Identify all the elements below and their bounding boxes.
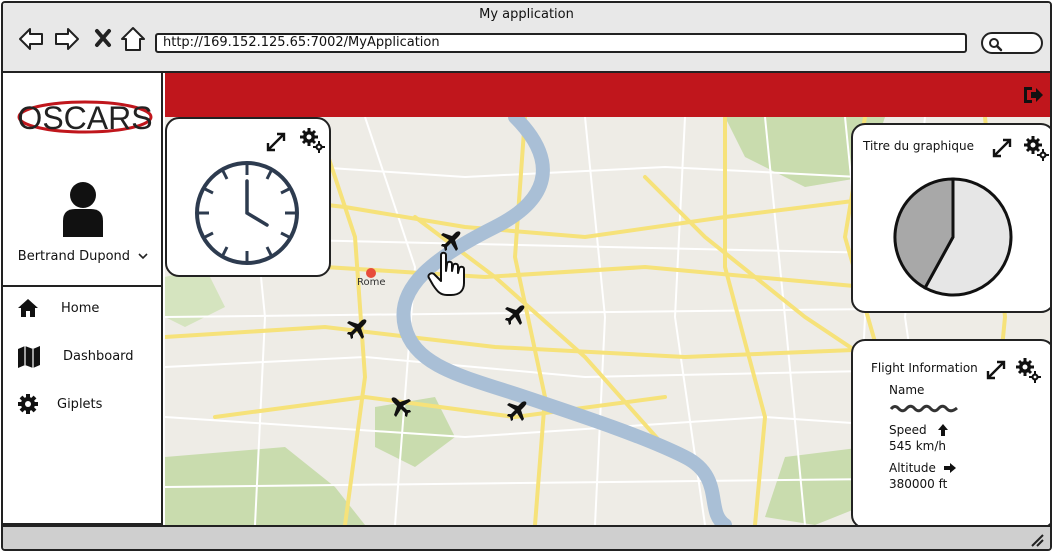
svg-text:OSCARS: OSCARS bbox=[17, 100, 152, 136]
settings-gears-icon[interactable] bbox=[1015, 357, 1041, 383]
arrow-up-icon bbox=[938, 424, 948, 436]
name-value-scribble bbox=[889, 404, 958, 413]
pie-chart bbox=[893, 177, 1013, 297]
back-button[interactable] bbox=[17, 25, 45, 53]
chevron-down-icon bbox=[138, 253, 148, 260]
window-title: My application bbox=[479, 7, 574, 22]
close-icon bbox=[95, 29, 111, 47]
map-city-label: Rome bbox=[357, 277, 386, 288]
arrow-right-icon bbox=[944, 463, 956, 473]
house-icon bbox=[121, 27, 145, 51]
settings-gears-icon[interactable] bbox=[299, 127, 325, 153]
expand-icon[interactable] bbox=[991, 137, 1013, 159]
search-icon bbox=[989, 38, 1003, 52]
stop-button[interactable] bbox=[91, 25, 119, 53]
app-header bbox=[165, 73, 1050, 117]
user-name: Bertrand Dupond bbox=[17, 249, 131, 264]
settings-gears-icon[interactable] bbox=[1023, 135, 1049, 161]
chart-widget-title: Titre du graphique bbox=[863, 139, 974, 153]
name-label: Name bbox=[889, 383, 925, 397]
map-icon bbox=[18, 346, 40, 368]
aircraft-marker[interactable] bbox=[389, 395, 413, 419]
sidebar-divider bbox=[3, 285, 163, 287]
resize-grip-icon[interactable] bbox=[1030, 533, 1044, 547]
sidebar-item-giplets[interactable]: Giplets bbox=[17, 393, 157, 419]
speed-label: Speed bbox=[889, 423, 927, 437]
sidebar-item-label: Giplets bbox=[57, 397, 103, 412]
clock-icon bbox=[195, 161, 299, 265]
sidebar-item-label: Dashboard bbox=[63, 349, 134, 364]
gear-icon bbox=[18, 394, 38, 414]
clock-widget bbox=[165, 117, 331, 277]
sign-out-icon bbox=[1024, 87, 1043, 103]
hand-pointer-icon bbox=[427, 251, 465, 296]
chart-widget: Titre du graphique bbox=[851, 123, 1050, 313]
home-icon bbox=[18, 299, 38, 317]
status-bar bbox=[3, 525, 1050, 549]
expand-icon[interactable] bbox=[265, 131, 287, 153]
browser-search-field[interactable] bbox=[981, 32, 1043, 54]
aircraft-marker[interactable] bbox=[345, 317, 369, 341]
oscars-logo: OSCARS bbox=[17, 93, 157, 139]
sidebar-item-home[interactable]: Home bbox=[17, 297, 157, 323]
altitude-value: 380000 ft bbox=[889, 477, 948, 491]
altitude-label: Altitude bbox=[889, 461, 936, 475]
home-page-button[interactable] bbox=[119, 25, 147, 53]
speed-value: 545 km/h bbox=[889, 439, 947, 453]
avatar-icon bbox=[61, 181, 105, 241]
browser-window: My application http://169.152.125.65:700… bbox=[1, 1, 1052, 551]
flight-info-widget: Flight Information Name Speed 545 km/h A… bbox=[851, 339, 1050, 529]
expand-icon[interactable] bbox=[985, 359, 1007, 381]
sidebar-item-label: Home bbox=[61, 301, 100, 316]
sidebar: OSCARS Bertrand Dupond Home Dashboard Gi… bbox=[3, 73, 163, 525]
url-bar[interactable]: http://169.152.125.65:7002/MyApplication bbox=[155, 33, 967, 53]
logout-button[interactable] bbox=[1022, 85, 1044, 109]
user-menu[interactable]: Bertrand Dupond bbox=[3, 249, 163, 264]
aircraft-marker[interactable] bbox=[439, 229, 463, 253]
aircraft-marker[interactable] bbox=[505, 399, 529, 423]
sidebar-item-dashboard[interactable]: Dashboard bbox=[17, 345, 157, 371]
aircraft-marker[interactable] bbox=[503, 303, 527, 327]
title-bar: My application http://169.152.125.65:700… bbox=[3, 3, 1050, 73]
forward-button[interactable] bbox=[53, 25, 81, 53]
back-arrow-icon bbox=[19, 28, 43, 50]
flight-info-title: Flight Information bbox=[871, 361, 978, 375]
forward-arrow-icon bbox=[55, 28, 79, 50]
